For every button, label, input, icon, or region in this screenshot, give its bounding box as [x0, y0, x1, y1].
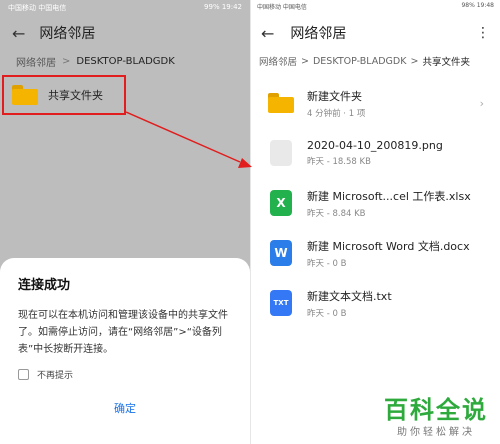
item-name: 2020-04-10_200819.png — [307, 139, 443, 152]
page-title: 网络邻居 — [290, 26, 347, 42]
watermark-subtitle: 助你轻松解决 — [397, 427, 475, 438]
confirm-button[interactable]: 确定 — [0, 400, 250, 416]
item-name: 新建 Microsoft Word 文档.docx — [307, 239, 470, 253]
list-item[interactable]: X 新建 Microsoft...cel 工作表.xlsx 昨天 - 8.84 … — [251, 178, 500, 228]
back-arrow-icon[interactable]: ← — [261, 24, 274, 43]
excel-file-icon: X — [270, 190, 292, 216]
breadcrumb-current[interactable]: 共享文件夹 — [422, 54, 470, 68]
back-arrow-icon[interactable]: ← — [12, 24, 25, 43]
app-bar: ← 网络邻居 — [0, 16, 250, 50]
file-list: 新建文件夹 4 分钟前 · 1 项 › 2020-04-10_200819.pn… — [251, 78, 500, 328]
item-name: 新建文件夹 — [307, 89, 362, 103]
app-bar: ← 网络邻居 ⋮ — [251, 16, 500, 50]
left-phone-screen: 中国移动 中国电信 99% 19:42 ← 网络邻居 网络邻居 > DESKTO… — [0, 0, 250, 444]
breadcrumb-root[interactable]: 网络邻居 — [16, 54, 56, 69]
breadcrumb-separator: > — [410, 55, 419, 67]
item-meta: 昨天 - 18.58 KB — [307, 157, 371, 167]
shared-folder-item[interactable]: 共享文件夹 — [2, 75, 126, 115]
right-phone-screen: 中国移动 中国电信 98% 19:48 ← 网络邻居 ⋮ 网络邻居 > DESK… — [250, 0, 500, 444]
list-item[interactable]: 2020-04-10_200819.png 昨天 - 18.58 KB — [251, 128, 500, 178]
breadcrumb-root[interactable]: 网络邻居 — [259, 54, 297, 68]
word-file-icon: W — [270, 240, 292, 266]
status-battery-time: 99% 19:42 — [204, 3, 242, 11]
dont-show-again-checkbox[interactable]: 不再提示 — [18, 368, 232, 381]
watermark-title: 百科全说 — [384, 396, 488, 424]
breadcrumb-current[interactable]: DESKTOP-BLADGDK — [76, 56, 174, 67]
dialog-title: 连接成功 — [18, 278, 71, 293]
list-item[interactable]: W 新建 Microsoft Word 文档.docx 昨天 - 0 B — [251, 228, 500, 278]
composite-screenshot: 中国移动 中国电信 99% 19:42 ← 网络邻居 网络邻居 > DESKTO… — [0, 0, 500, 444]
item-name: 新建 Microsoft...cel 工作表.xlsx — [307, 189, 471, 203]
dialog-body: 现在可以在本机访问和管理该设备中的共享文件了。如需停止访问，请在“网络邻居”>“… — [18, 310, 228, 355]
item-meta: 昨天 - 0 B — [307, 308, 347, 319]
status-bar: 中国移动 中国电信 99% 19:42 — [0, 0, 250, 16]
checkbox-icon[interactable] — [18, 369, 29, 380]
breadcrumb-device[interactable]: DESKTOP-BLADGDK — [313, 56, 406, 67]
item-meta: 昨天 - 0 B — [307, 258, 347, 269]
text-file-icon: TXT — [270, 290, 292, 316]
list-item[interactable]: TXT 新建文本文档.txt 昨天 - 0 B — [251, 278, 500, 328]
status-battery-time: 98% 19:48 — [461, 2, 494, 9]
breadcrumb-separator: > — [301, 55, 309, 67]
folder-icon — [268, 93, 294, 113]
item-meta: 4 分钟前 · 1 项 — [307, 108, 366, 119]
image-file-icon — [270, 140, 292, 166]
breadcrumb: 网络邻居 > DESKTOP-BLADGDK > 共享文件夹 — [251, 50, 500, 72]
list-item[interactable]: 新建文件夹 4 分钟前 · 1 项 › — [251, 78, 500, 128]
breadcrumb-separator: > — [62, 56, 71, 67]
watermark-logo: 百科全说 助你轻松解决 — [384, 390, 488, 438]
folder-icon — [12, 85, 38, 105]
checkbox-label: 不再提示 — [37, 371, 74, 381]
connection-success-dialog: 连接成功 现在可以在本机访问和管理该设备中的共享文件了。如需停止访问，请在“网络… — [0, 258, 250, 444]
chevron-right-icon: › — [479, 96, 484, 110]
more-options-icon[interactable]: ⋮ — [476, 25, 490, 41]
page-title: 网络邻居 — [39, 26, 96, 42]
item-name: 新建文本文档.txt — [307, 289, 392, 303]
breadcrumb: 网络邻居 > DESKTOP-BLADGDK — [0, 50, 250, 73]
status-carrier: 中国移动 中国电信 — [8, 4, 67, 12]
item-meta: 昨天 - 8.84 KB — [307, 208, 366, 219]
folder-name: 共享文件夹 — [48, 89, 103, 102]
status-bar: 中国移动 中国电信 98% 19:48 — [251, 0, 500, 16]
status-carrier: 中国移动 中国电信 — [257, 4, 307, 11]
